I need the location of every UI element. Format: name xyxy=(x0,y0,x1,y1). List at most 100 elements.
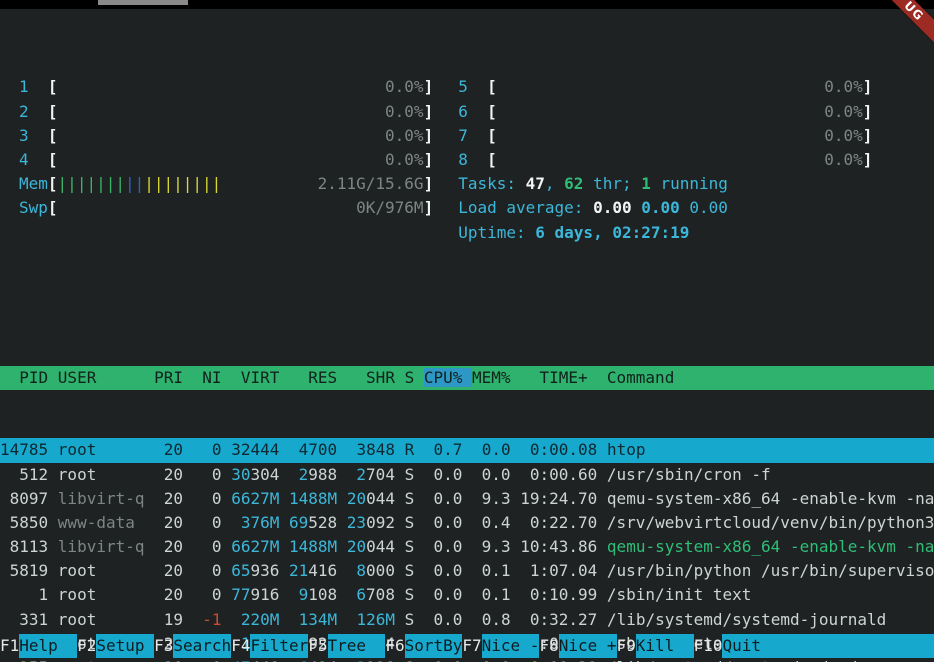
text-segment: 6 days, 02:27:19 xyxy=(535,223,689,242)
text-segment: 20 xyxy=(154,440,193,459)
text-segment: 0 xyxy=(193,658,232,662)
text-segment: 0:32.27 xyxy=(520,610,607,629)
text-segment: 30 xyxy=(231,465,250,484)
cpu-meter-7: 7 [0.0%] xyxy=(458,124,872,148)
fkey-label-key: F9 xyxy=(617,634,636,658)
text-segment: 0.0 xyxy=(424,610,472,629)
fkey-label-key: F4 xyxy=(231,634,250,658)
meter-open-bracket: [ xyxy=(48,75,58,99)
meter-label: 8 xyxy=(458,148,487,172)
text-segment: 20 xyxy=(154,585,193,604)
column-header-pri[interactable]: PRI xyxy=(154,368,193,387)
text-segment: /usr/sbin/cron -f xyxy=(607,465,771,484)
meter-fill xyxy=(58,196,357,220)
meter-value: 0.0% xyxy=(385,148,424,172)
meters-column-right: 5 [0.0%]6 [0.0%]7 [0.0%]8 [0.0%]Tasks: 4… xyxy=(458,75,872,244)
tasks-summary: Tasks: 47, 62 thr; 1 running xyxy=(458,172,872,196)
fkey-F6[interactable]: F6SortBy xyxy=(385,634,462,658)
text-segment: 0 xyxy=(193,489,232,508)
meter-fill xyxy=(58,124,385,148)
fkey-F2[interactable]: F2Setup xyxy=(77,634,154,658)
fkey-F7[interactable]: F7Nice - xyxy=(462,634,539,658)
text-segment: 448 xyxy=(250,658,289,662)
load-average: Load average: 0.00 0.00 0.00 xyxy=(458,196,872,220)
column-header-ni[interactable]: NI xyxy=(193,368,232,387)
meter-bar-segment: |||||||| xyxy=(144,174,221,193)
text-segment: 1:07.04 xyxy=(520,561,607,580)
fkey-label-key: F8 xyxy=(539,634,558,658)
fkey-F10[interactable]: F10Quit xyxy=(694,634,781,658)
fkey-F1[interactable]: F1Help xyxy=(0,634,77,658)
meter-open-bracket: [ xyxy=(487,75,497,99)
process-row-512[interactable]: 512 root 20 0 30304 2988 2704 S 0.0 0.0 … xyxy=(0,463,934,487)
process-row-5819[interactable]: 5819 root 20 0 65936 21416 8000 S 0.0 0.… xyxy=(0,559,934,583)
text-segment xyxy=(337,537,347,556)
column-header-command[interactable]: Command xyxy=(607,368,674,387)
column-header-shr[interactable]: SHR xyxy=(347,368,405,387)
text-segment: root xyxy=(58,585,154,604)
fkey-bar-filler xyxy=(780,634,934,658)
text-segment xyxy=(337,489,347,508)
text-segment: Uptime: xyxy=(458,223,535,242)
fkey-F3[interactable]: F3Search xyxy=(154,634,231,658)
text-segment: 044 xyxy=(366,537,405,556)
process-row-5850[interactable]: 5850 www-data 20 0 376M 69528 23092 S 0.… xyxy=(0,511,934,535)
process-row-331[interactable]: 331 root 19 -1 220M 134M 126M S 0.0 0.8 … xyxy=(0,608,934,632)
text-segment: 20 xyxy=(154,465,193,484)
meter-value: 0.0% xyxy=(385,75,424,99)
text-segment: 9.3 xyxy=(472,489,520,508)
text-segment xyxy=(337,610,347,629)
text-segment: 0:10.99 xyxy=(520,585,607,604)
meter-label: 2 xyxy=(19,100,48,124)
blank-line xyxy=(19,221,433,245)
fkey-F5[interactable]: F5Tree xyxy=(308,634,385,658)
process-row-8113[interactable]: 8113 libvirt-q 20 0 6627M 1488M 20044 S … xyxy=(0,535,934,559)
text-segment: 355 xyxy=(0,658,58,662)
fkey-label-text: Filter xyxy=(250,634,308,658)
process-row-8097[interactable]: 8097 libvirt-q 20 0 6627M 1488M 20044 S … xyxy=(0,487,934,511)
process-row-1[interactable]: 1 root 20 0 77916 9108 6708 S 0.0 0.1 0:… xyxy=(0,583,934,607)
meter-value: 0.0% xyxy=(824,148,863,172)
text-segment: 20 xyxy=(154,489,193,508)
text-segment: 20 xyxy=(154,537,193,556)
process-row-14785[interactable]: 14785 root 20 0 32444 4700 3848 R 0.7 0.… xyxy=(0,438,934,462)
meter-fill xyxy=(497,75,824,99)
column-header-pid[interactable]: PID xyxy=(0,368,58,387)
text-segment: 19 xyxy=(154,610,193,629)
column-header-cpu[interactable]: CPU% xyxy=(424,368,472,387)
fkey-F9[interactable]: F9Kill xyxy=(617,634,694,658)
fkey-F4[interactable]: F4Filter xyxy=(231,634,308,658)
text-segment: 0.0 xyxy=(424,561,472,580)
text-segment: 2 xyxy=(347,465,366,484)
column-header-res[interactable]: RES xyxy=(289,368,347,387)
meter-close-bracket: ] xyxy=(863,124,873,148)
fkey-F8[interactable]: F8Nice + xyxy=(539,634,616,658)
text-segment: 0.0 xyxy=(424,537,472,556)
column-header-time[interactable]: TIME+ xyxy=(520,368,607,387)
meter-value: 2.11G/15.6G xyxy=(318,172,424,196)
text-segment: running xyxy=(651,174,728,193)
text-segment: 20 xyxy=(154,658,193,662)
meter-label: 5 xyxy=(458,75,487,99)
text-segment: 126M xyxy=(347,610,395,629)
column-header-virt[interactable]: VIRT xyxy=(231,368,289,387)
meter-label: 1 xyxy=(19,75,48,99)
text-segment: htop xyxy=(607,440,646,459)
text-segment xyxy=(395,440,405,459)
function-key-bar: F1Help F2Setup F3SearchF4FilterF5Tree F6… xyxy=(0,634,934,658)
text-segment: root xyxy=(58,465,154,484)
fkey-label-key: F1 xyxy=(0,634,19,658)
text-segment: 32444 xyxy=(231,440,279,459)
text-segment xyxy=(279,610,289,629)
meter-close-bracket: ] xyxy=(424,75,434,99)
table-header-row: PID USER PRI NI VIRT RES SHR S CPU% MEM%… xyxy=(0,366,934,390)
column-header-mem[interactable]: MEM% xyxy=(472,368,520,387)
column-header-s[interactable]: S xyxy=(405,368,424,387)
text-segment: 0.1 xyxy=(472,585,520,604)
text-segment: 0 xyxy=(193,561,232,580)
text-segment: 9.3 xyxy=(472,537,520,556)
text-segment: S xyxy=(405,489,424,508)
column-header-user[interactable]: USER xyxy=(58,368,154,387)
text-segment: 0 xyxy=(193,537,232,556)
fkey-label-text: Setup xyxy=(96,634,154,658)
